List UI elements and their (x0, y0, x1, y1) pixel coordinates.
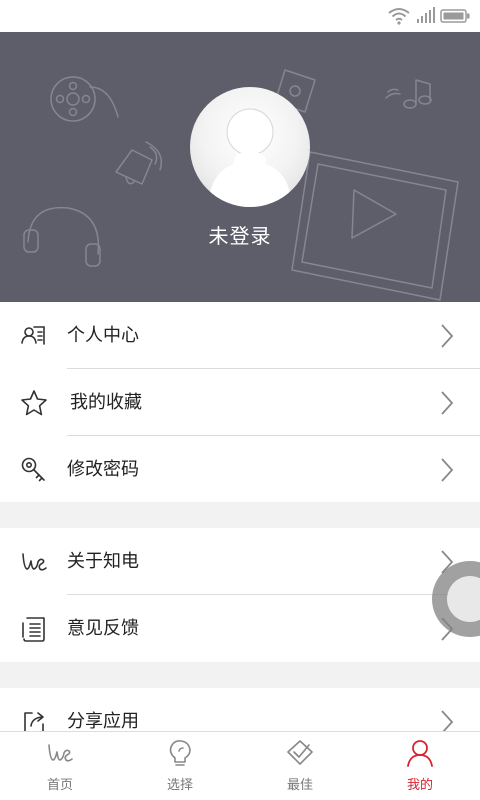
default-avatar-icon (208, 108, 292, 207)
chevron-right-icon (441, 458, 454, 482)
status-bar (0, 0, 480, 32)
avatar[interactable] (190, 87, 310, 207)
tab-label: 最佳 (286, 778, 313, 793)
tab-label: 首页 (46, 778, 73, 793)
tab-choose[interactable]: 选择 (120, 732, 240, 800)
lightbulb-icon (169, 740, 191, 766)
menu-item-label: 个人中心 (67, 325, 139, 346)
star-icon (21, 390, 47, 416)
menu-item-change-password[interactable]: 修改密码 (0, 436, 480, 503)
chevron-right-icon (441, 710, 454, 731)
menu-item-label: 修改密码 (67, 459, 139, 480)
chevron-right-icon (441, 391, 454, 415)
signal-icon (417, 7, 435, 23)
menu-item-favorites[interactable]: 我的收藏 (0, 369, 480, 436)
speaker-decoration (115, 141, 163, 185)
battery-icon (440, 9, 470, 23)
share-icon (24, 712, 44, 731)
tab-best[interactable]: 最佳 (240, 732, 360, 800)
floating-button-inner (447, 576, 480, 622)
chevron-right-icon (441, 324, 454, 348)
tab-home[interactable]: 首页 (0, 732, 120, 800)
wifi-icon (388, 8, 410, 25)
menu-group-about: 关于知电 意见反馈 (0, 528, 480, 662)
login-status[interactable]: 未登录 (0, 220, 480, 249)
app-screen: 未登录 个人中心 我的收藏 修改密码 关于知电 意见反馈 分享应用 首页 选择 … (0, 0, 480, 800)
tab-label: 我的 (406, 778, 433, 793)
zhidian-logo-icon (22, 553, 47, 571)
bottom-nav: 首页 选择 最佳 我的 (0, 731, 480, 800)
user-icon (407, 740, 433, 767)
menu-item-label: 我的收藏 (70, 392, 142, 413)
tab-label: 选择 (166, 778, 193, 793)
badge-check-icon (287, 740, 313, 765)
menu-group-share: 分享应用 (0, 688, 480, 731)
menu-group-account: 个人中心 我的收藏 修改密码 (0, 302, 480, 502)
menu-item-label: 意见反馈 (67, 618, 139, 639)
music-note-decoration (385, 79, 432, 109)
profile-header: 未登录 (0, 32, 480, 302)
menu-item-label: 关于知电 (67, 551, 139, 572)
film-reel-decoration (50, 76, 119, 122)
menu-item-about[interactable]: 关于知电 (0, 528, 480, 595)
menu-item-share-app[interactable]: 分享应用 (0, 688, 480, 731)
home-logo-icon (48, 744, 73, 762)
menu-item-personal-center[interactable]: 个人中心 (0, 302, 480, 369)
key-icon (21, 457, 45, 482)
menu-item-feedback[interactable]: 意见反馈 (0, 595, 480, 662)
profile-card-icon (21, 326, 45, 345)
feedback-icon (22, 617, 45, 642)
menu-item-label: 分享应用 (67, 711, 139, 731)
tab-mine[interactable]: 我的 (360, 732, 480, 800)
